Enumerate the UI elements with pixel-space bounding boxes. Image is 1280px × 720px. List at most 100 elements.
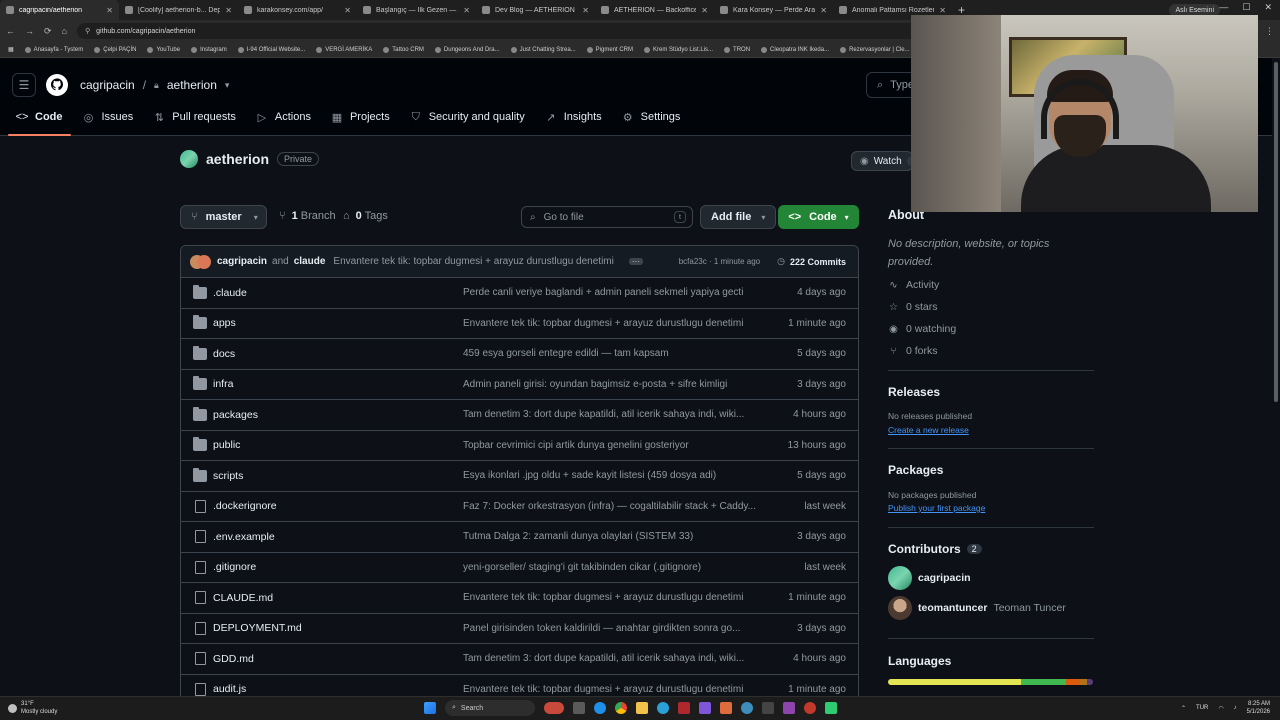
tab-close-icon[interactable]: ✕	[463, 6, 470, 15]
file-name-link[interactable]: apps	[213, 317, 453, 329]
app-icon[interactable]	[762, 702, 774, 714]
table-row[interactable]: .dockerignore Faz 7: Docker orkestrasyon …	[181, 492, 858, 522]
file-commit-message-link[interactable]: Envantere tek tik: topbar dugmesi + aray…	[463, 318, 759, 329]
file-commit-message-link[interactable]: Admin paneli girisi: oyundan bagimsiz e-…	[463, 379, 759, 390]
browser-tab[interactable]: AETHERION — Backoffice ✕	[595, 0, 714, 20]
contributor-item[interactable]: cagripacin	[888, 566, 977, 590]
tab-close-icon[interactable]: ✕	[701, 6, 708, 15]
bookmark-item[interactable]: Anasayfa - Tystem	[24, 46, 83, 53]
tab-pull-requests[interactable]: ⇅ Pull requests	[145, 104, 244, 130]
file-name-link[interactable]: GDD.md	[213, 653, 453, 665]
tab-code[interactable]: <> Code	[8, 104, 71, 136]
branch-select-button[interactable]: ⑂ master ▾	[180, 205, 267, 229]
tray-lang[interactable]: TUR	[1196, 705, 1208, 711]
commits-link[interactable]: ◷ 222 Commits	[777, 256, 846, 267]
file-commit-message-link[interactable]: 459 esya gorseli entegre edildi — tam ka…	[463, 348, 759, 359]
table-row[interactable]: scripts Esya ikonlari .jpg oldu + sade ka…	[181, 461, 858, 492]
file-commit-message-link[interactable]: Tam denetim 3: dort dupe kapatildi, atil…	[463, 409, 759, 420]
volume-icon[interactable]: ♪	[1234, 705, 1237, 711]
apps-icon[interactable]: ▦	[8, 46, 14, 53]
file-name-link[interactable]: audit.js	[213, 683, 453, 695]
owner-link[interactable]: cagripacin	[80, 78, 135, 92]
weather-widget[interactable]: 31°F Mostly cloudy	[8, 700, 57, 716]
contributor-login[interactable]: teomantuncer	[918, 602, 987, 614]
bookmark-item[interactable]: I-94 Official Website...	[237, 46, 305, 53]
contributor-item[interactable]: teomantuncer Teoman Tuncer	[888, 596, 1066, 620]
expand-commit-button[interactable]: ···	[628, 258, 643, 266]
app-icon[interactable]	[825, 702, 837, 714]
browser-tab[interactable]: Kara Konsey — Perde Arabirimi ✕	[714, 0, 833, 20]
scrollbar-thumb[interactable]	[1274, 62, 1278, 402]
file-commit-message-link[interactable]: Envantere tek tik: topbar dugmesi + aray…	[463, 684, 759, 695]
bookmark-item[interactable]: VERGİ AMERİKA	[316, 46, 372, 53]
bookmark-item[interactable]: Pigment CRM	[586, 46, 633, 53]
bookmark-item[interactable]: Dungeons And Dra...	[434, 46, 500, 53]
page-scrollbar[interactable]	[1272, 58, 1280, 700]
file-name-link[interactable]: DEPLOYMENT.md	[213, 622, 453, 634]
avatar[interactable]	[197, 254, 211, 269]
file-commit-message-link[interactable]: Faz 7: Docker orkestrasyon (infra) — cog…	[463, 501, 759, 512]
file-name-link[interactable]: .claude	[213, 287, 453, 299]
publish-package-link[interactable]: Publish your first package	[888, 503, 985, 513]
table-row[interactable]: DEPLOYMENT.md Panel girisinden token kald…	[181, 614, 858, 644]
app-icon[interactable]	[720, 702, 732, 714]
app-icon[interactable]	[741, 702, 753, 714]
tab-projects[interactable]: ▦ Projects	[323, 104, 398, 130]
file-commit-message-link[interactable]: Topbar cevrimici cipi artik dunya geneli…	[463, 440, 759, 451]
windows-start-icon[interactable]	[424, 702, 436, 714]
tab-close-icon[interactable]: ✕	[820, 6, 827, 15]
minimize-icon[interactable]: —	[1219, 2, 1228, 13]
widget-icon[interactable]	[544, 702, 564, 714]
file-commit-message-link[interactable]: Tutma Dalga 2: zamanli dunya olaylari (S…	[463, 531, 759, 542]
home-icon[interactable]: ⌂	[62, 26, 67, 36]
table-row[interactable]: CLAUDE.md Envantere tek tik: topbar dugme…	[181, 583, 858, 614]
file-name-link[interactable]: scripts	[213, 470, 453, 482]
tab-settings[interactable]: ⚙ Settings	[614, 104, 689, 130]
bookmark-item[interactable]: TRON	[724, 46, 750, 53]
browser-tab[interactable]: [Coolify] aetherion-b... Deploy ✕	[119, 0, 238, 20]
file-name-link[interactable]: infra	[213, 378, 453, 390]
repo-link[interactable]: aetherion	[167, 78, 217, 92]
browser-menu-icon[interactable]: ⋮	[1265, 26, 1274, 37]
branches-link[interactable]: ⑂ 1 Branch	[279, 210, 336, 222]
chevron-down-icon[interactable]: ▾	[225, 80, 230, 91]
github-logo-icon[interactable]	[45, 73, 69, 97]
clock[interactable]: 8:25 AM 5/1/2026	[1247, 700, 1270, 716]
site-info-icon[interactable]: ⚲	[85, 27, 90, 35]
tab-close-icon[interactable]: ✕	[106, 6, 113, 15]
table-row[interactable]: .claude Perde canli veriye baglandi + adm…	[181, 278, 858, 309]
browser-tab[interactable]: cagripacin/aetherion ✕	[0, 0, 119, 20]
bookmark-item[interactable]: Instagram	[191, 46, 227, 53]
file-name-link[interactable]: public	[213, 439, 453, 451]
discord-icon[interactable]	[699, 702, 711, 714]
browser-tab[interactable]: Başlangıç — İlk Gezen — AETH... ✕	[357, 0, 476, 20]
tab-issues[interactable]: ◎ Issues	[75, 104, 142, 130]
table-row[interactable]: apps Envantere tek tik: topbar dugmesi + …	[181, 309, 858, 339]
task-view-icon[interactable]	[573, 702, 585, 714]
file-commit-message-link[interactable]: Esya ikonlari .jpg oldu + sade kayit lis…	[463, 470, 759, 481]
contributors-heading[interactable]: Contributors 2	[888, 542, 982, 556]
file-commit-message-link[interactable]: Envantere tek tik: topbar dugmesi + aray…	[463, 592, 759, 603]
owner-avatar[interactable]	[180, 150, 198, 168]
wifi-icon[interactable]: ◠	[1218, 705, 1223, 712]
file-commit-message-link[interactable]: yeni-gorseller/ staging'i git takibinden…	[463, 562, 759, 573]
taskbar-search[interactable]: ⌕ Search	[445, 700, 535, 716]
tags-link[interactable]: ⌂ 0 Tags	[343, 210, 388, 222]
code-button[interactable]: <> Code ▾	[778, 205, 859, 229]
browser-tab[interactable]: Dev Blog — AETHERION ✕	[476, 0, 595, 20]
browser-tab[interactable]: karakonsey.com/app/ ✕	[238, 0, 357, 20]
skype-icon[interactable]	[657, 702, 669, 714]
tab-insights[interactable]: ↗ Insights	[537, 104, 610, 130]
file-name-link[interactable]: .env.example	[213, 531, 453, 543]
tab-close-icon[interactable]: ✕	[344, 6, 351, 15]
stat-pulse[interactable]: ∿ Activity	[888, 279, 939, 291]
bookmark-item[interactable]: Cleopatra INK Ikeda...	[761, 46, 829, 53]
tab-security-and-quality[interactable]: ⛉ Security and quality	[402, 104, 533, 130]
file-name-link[interactable]: docs	[213, 348, 453, 360]
bookmark-item[interactable]: Rezervasyonlar | Cle...	[840, 46, 910, 53]
file-name-link[interactable]: .dockerignore	[213, 500, 453, 512]
bookmark-item[interactable]: Çelpi PAÇİN	[94, 46, 136, 53]
table-row[interactable]: .env.example Tutma Dalga 2: zamanli dunya…	[181, 522, 858, 553]
app-icon[interactable]	[678, 702, 690, 714]
menu-icon[interactable]: ☰	[12, 73, 36, 97]
